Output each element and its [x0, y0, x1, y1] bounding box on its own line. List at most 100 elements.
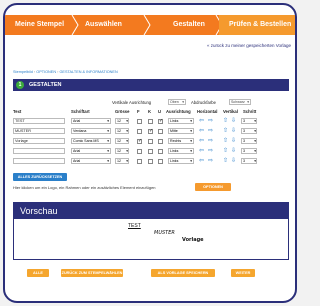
col-text: Text	[13, 109, 22, 114]
arrow-right-icon[interactable]: ⇨	[208, 158, 213, 164]
arrow-up-icon[interactable]: ⇧	[223, 118, 228, 124]
arrow-right-icon[interactable]: ⇨	[208, 128, 213, 134]
text-row: MUSTER Verdana 12 Mitte ⇦ ⇨ ⇧⇩ 3	[5, 128, 295, 136]
back-to-template-link[interactable]: « zurück zu meiner gespeicherten Vorlage	[207, 43, 291, 48]
size-select[interactable]: 12	[115, 138, 129, 144]
design-panel-header: 1 GESTALTEN	[13, 79, 289, 91]
alignment-select[interactable]: Mitte	[168, 128, 194, 134]
vertical-align-select[interactable]: Oben	[168, 99, 186, 105]
font-select[interactable]: Comic Sans MS	[71, 138, 111, 144]
print-color-label: Abdruckfarbe	[191, 100, 216, 105]
preview-title: Vorschau	[14, 203, 288, 219]
col-horizontal: Horizontal	[197, 109, 218, 114]
col-size: Grösse	[115, 109, 130, 114]
size-select[interactable]: 12	[115, 148, 129, 154]
col-font: Schriftart	[71, 109, 90, 114]
alignment-select[interactable]: Rechts	[168, 138, 194, 144]
step-size-select[interactable]: 3	[241, 128, 257, 134]
arrow-down-icon[interactable]: ⇩	[231, 138, 236, 144]
arrow-up-icon[interactable]: ⇧	[223, 128, 228, 134]
back-to-stamp-select-button[interactable]: ZURÜCK ZUM STEMPELWÄHLEN	[61, 269, 123, 277]
arrow-down-icon[interactable]: ⇩	[231, 128, 236, 134]
arrow-left-icon[interactable]: ⇦	[199, 138, 204, 144]
vertical-align-label: Vertikale Ausrichtung	[112, 100, 152, 105]
step-size-select[interactable]: 3	[241, 158, 257, 164]
italic-checkbox[interactable]	[148, 159, 153, 164]
reset-all-button[interactable]: ALLES ZURÜCKSETZEN	[13, 173, 67, 181]
arrow-up-icon[interactable]: ⇧	[223, 158, 228, 164]
size-select[interactable]: 12	[115, 158, 129, 164]
breadcrumb-item: GESTALTEN & INFORMATIONEN	[59, 70, 118, 74]
arrow-left-icon[interactable]: ⇦	[199, 118, 204, 124]
add-element-hint: Hier klicken um ein Logo, ein Rahmen ode…	[13, 185, 156, 190]
preview-line: MUSTER	[154, 230, 175, 236]
size-select[interactable]: 12	[115, 118, 129, 124]
text-input[interactable]	[13, 158, 65, 164]
step-size-select[interactable]: 3	[241, 138, 257, 144]
arrow-up-icon[interactable]: ⇧	[223, 148, 228, 154]
bold-checkbox[interactable]	[137, 119, 142, 124]
underline-checkbox[interactable]	[158, 149, 163, 154]
step-size-select[interactable]: 3	[241, 118, 257, 124]
step-size-select[interactable]: 3	[241, 148, 257, 154]
underline-checkbox[interactable]	[158, 159, 163, 164]
step-review-order[interactable]: Prüfen & Bestellen	[219, 15, 295, 35]
italic-checkbox[interactable]	[148, 119, 153, 124]
size-select[interactable]: 12	[115, 128, 129, 134]
step-chevron-icon	[71, 15, 79, 35]
breadcrumb-home[interactable]: Stempelbild	[13, 70, 33, 74]
all-button[interactable]: ALLE	[27, 269, 49, 277]
arrow-right-icon[interactable]: ⇨	[208, 118, 213, 124]
text-input[interactable]: MUSTER	[13, 128, 65, 134]
step-select[interactable]: Auswählen	[85, 15, 122, 35]
underline-checkbox[interactable]	[158, 139, 163, 144]
arrow-right-icon[interactable]: ⇨	[208, 138, 213, 144]
text-row: TEST Arial 12 Links ⇦ ⇨ ⇧⇩ 3	[5, 118, 295, 126]
italic-checkbox[interactable]	[148, 149, 153, 154]
alignment-select[interactable]: Links	[168, 148, 194, 154]
step-design[interactable]: Gestalten	[173, 15, 205, 35]
underline-checkbox[interactable]	[158, 118, 163, 124]
text-input[interactable]: Vorlage	[13, 138, 65, 144]
col-vertical: Vertikal	[223, 109, 238, 114]
font-select[interactable]: Verdana	[71, 128, 111, 134]
alignment-select[interactable]: Links	[168, 158, 194, 164]
bold-checkbox[interactable]	[137, 129, 142, 134]
options-button[interactable]: OPTIONEN	[195, 183, 231, 191]
col-alignment: Ausrichtung	[166, 109, 191, 114]
arrow-left-icon[interactable]: ⇦	[199, 148, 204, 154]
save-as-template-button[interactable]: ALS VORLAGE SPEICHERN	[151, 269, 215, 277]
bold-checkbox[interactable]	[137, 159, 142, 164]
font-select[interactable]: Arial	[71, 148, 111, 154]
breadcrumb-item[interactable]: OPTIONEN	[36, 70, 56, 74]
italic-checkbox[interactable]	[148, 128, 153, 134]
preview-line: Vorlage	[182, 237, 204, 243]
alignment-select[interactable]: Links	[168, 118, 194, 124]
arrow-left-icon[interactable]: ⇦	[199, 158, 204, 164]
panel-title: GESTALTEN	[29, 82, 62, 88]
font-select[interactable]: Arial	[71, 118, 111, 124]
step-chevron-icon	[143, 15, 151, 35]
italic-checkbox[interactable]	[148, 139, 153, 144]
bold-checkbox[interactable]	[137, 138, 142, 144]
text-input[interactable]: TEST	[13, 118, 65, 124]
step-my-stamps[interactable]: Meine Stempel	[15, 15, 64, 35]
arrow-left-icon[interactable]: ⇦	[199, 128, 204, 134]
arrow-up-icon[interactable]: ⇧	[223, 138, 228, 144]
col-bold: F	[137, 109, 140, 114]
underline-checkbox[interactable]	[158, 129, 163, 134]
continue-button[interactable]: WEITER	[231, 269, 255, 277]
arrow-right-icon[interactable]: ⇨	[208, 148, 213, 154]
text-input[interactable]	[13, 148, 65, 154]
bold-checkbox[interactable]	[137, 149, 142, 154]
breadcrumb: Stempelbild › OPTIONEN › GESTALTEN & INF…	[13, 70, 118, 74]
arrow-down-icon[interactable]: ⇩	[231, 148, 236, 154]
arrow-down-icon[interactable]: ⇩	[231, 118, 236, 124]
font-select[interactable]: Arial	[71, 158, 111, 164]
arrow-down-icon[interactable]: ⇩	[231, 158, 236, 164]
text-row: Arial 12 Links ⇦ ⇨ ⇧⇩ 3	[5, 158, 295, 166]
col-underline: U	[158, 109, 162, 114]
print-color-select[interactable]: Schwarz	[229, 99, 251, 105]
app-frame: Meine Stempel Auswählen Gestalten Prüfen…	[3, 3, 297, 303]
text-row: Vorlage Comic Sans MS 12 Rechts ⇦ ⇨ ⇧⇩ 3	[5, 138, 295, 146]
